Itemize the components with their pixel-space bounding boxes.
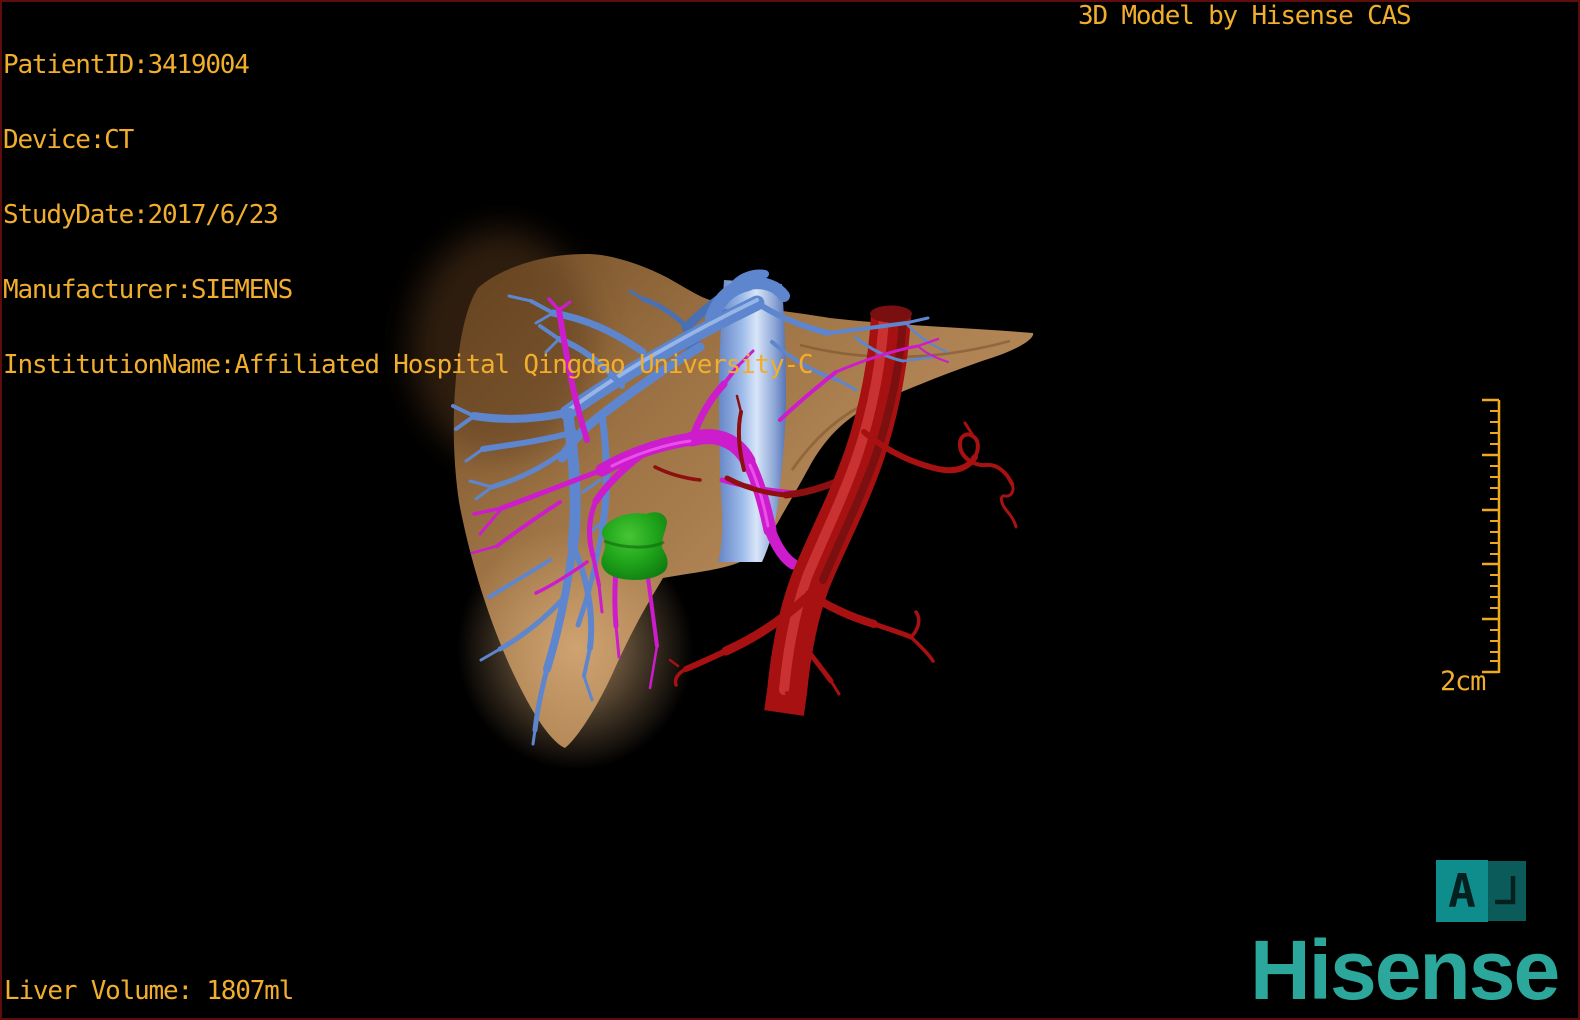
corner-glyph-icon	[1495, 876, 1516, 905]
manufacturer-text: Manufacturer:SIEMENS	[3, 275, 293, 305]
institution-text: InstitutionName:Affiliated Hospital Qing…	[3, 350, 814, 380]
patient-id-text: PatientID:3419004	[3, 50, 250, 80]
gallbladder-model	[601, 512, 668, 580]
orientation-cube[interactable]: A	[1436, 860, 1526, 922]
scale-bar-label: 2cm	[1440, 666, 1486, 697]
viewer-window: PatientID:3419004 Device:CT StudyDate:20…	[0, 0, 1580, 1020]
scale-ruler	[1482, 398, 1501, 674]
study-date-text: StudyDate:2017/6/23	[3, 200, 279, 230]
orientation-cube-front-face[interactable]: A	[1436, 860, 1488, 922]
patient-info-block: PatientID:3419004 Device:CT StudyDate:20…	[3, 3, 814, 428]
orientation-letter: A	[1448, 864, 1476, 918]
device-text: Device:CT	[3, 125, 134, 155]
watermark-text: 3D Model by Hisense CAS	[1078, 1, 1412, 31]
brand-logo: Hisense	[1250, 923, 1560, 1017]
liver-volume-text: Liver Volume: 1807ml	[4, 976, 294, 1006]
orientation-cube-side-face[interactable]	[1488, 861, 1526, 921]
